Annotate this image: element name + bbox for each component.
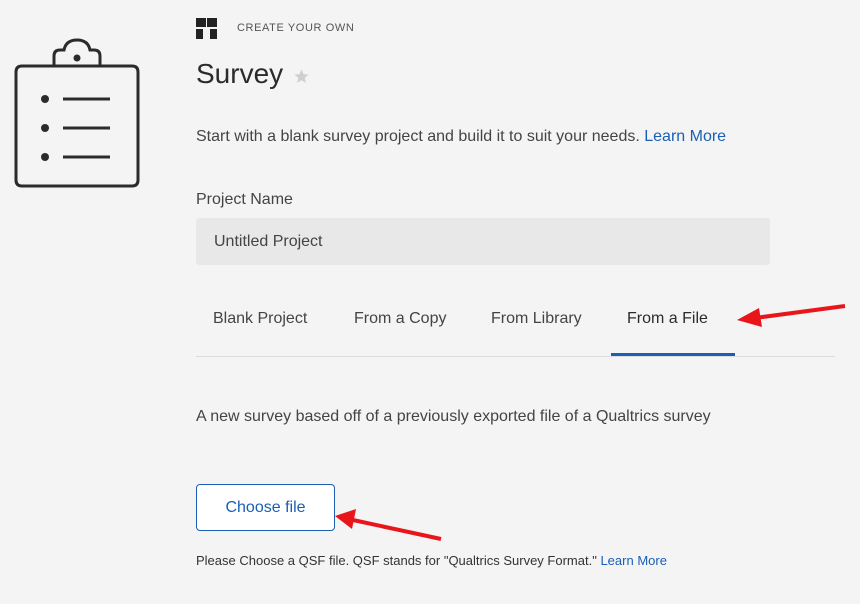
file-info-text: A new survey based off of a previously e… xyxy=(196,408,711,425)
tab-from-a-copy[interactable]: From a Copy xyxy=(354,310,446,328)
description: Start with a blank survey project and bu… xyxy=(196,128,726,146)
tab-from-library[interactable]: From Library xyxy=(491,310,582,328)
brand-row: CREATE YOUR OWN xyxy=(196,17,354,39)
tab-from-a-file[interactable]: From a File xyxy=(627,310,708,328)
qsf-note: Please Choose a QSF file. QSF stands for… xyxy=(196,553,667,568)
qsf-learn-more-link[interactable]: Learn More xyxy=(600,553,666,568)
source-tabs: Blank Project From a Copy From Library F… xyxy=(196,292,835,357)
description-text: Start with a blank survey project and bu… xyxy=(196,128,640,145)
project-name-label: Project Name xyxy=(196,191,293,208)
active-tab-indicator xyxy=(611,353,735,356)
clipboard-list-icon xyxy=(14,38,140,188)
star-icon[interactable] xyxy=(293,68,310,85)
create-project-panel: CREATE YOUR OWN Survey Start with a blan… xyxy=(0,0,860,604)
brand-label: CREATE YOUR OWN xyxy=(237,22,355,34)
brand-logo-icon xyxy=(196,17,217,39)
qsf-note-text: Please Choose a QSF file. QSF stands for… xyxy=(196,553,597,568)
choose-file-button[interactable]: Choose file xyxy=(196,484,335,531)
project-name-input[interactable]: Untitled Project xyxy=(196,218,770,265)
project-name-value: Untitled Project xyxy=(214,232,323,250)
page-title: Survey xyxy=(196,58,284,89)
tab-blank-project[interactable]: Blank Project xyxy=(213,310,307,328)
title-row: Survey xyxy=(196,58,310,90)
choose-file-label: Choose file xyxy=(225,498,306,516)
learn-more-link[interactable]: Learn More xyxy=(644,128,726,145)
